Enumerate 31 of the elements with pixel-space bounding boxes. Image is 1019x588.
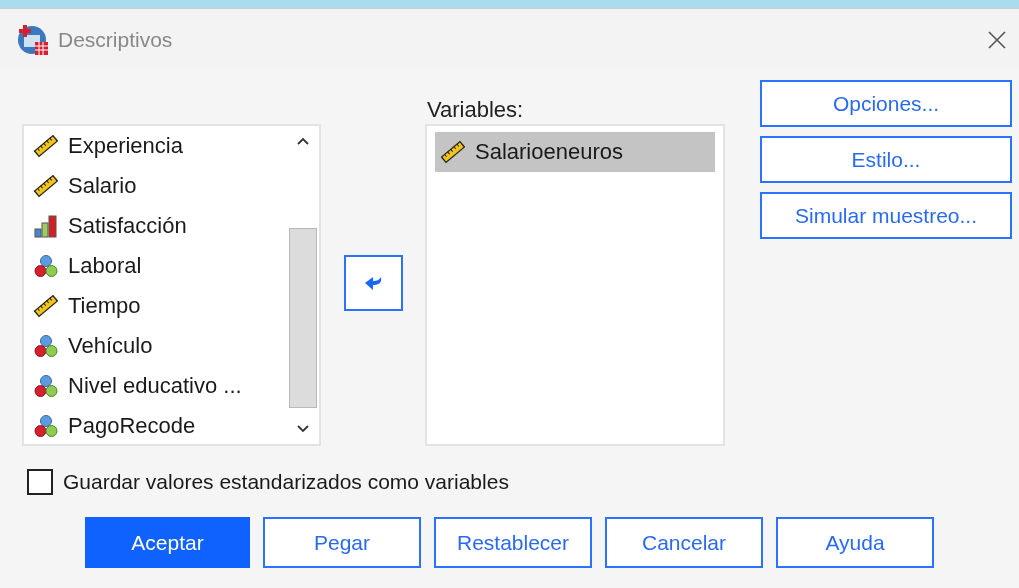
variables-label: Variables: bbox=[427, 97, 525, 120]
variable-item[interactable]: Salarioeneuros bbox=[435, 132, 715, 172]
circles-icon bbox=[34, 374, 58, 398]
dialog-button[interactable]: Restablecer bbox=[434, 517, 592, 568]
dialog-button[interactable]: Ayuda bbox=[776, 517, 934, 568]
variable-item[interactable]: Laboral bbox=[34, 246, 287, 286]
variable-item[interactable]: Salario bbox=[34, 166, 287, 206]
dialog-button[interactable]: Opciones... bbox=[760, 80, 1012, 127]
source-variable-list[interactable]: Experiencia Salario Satisfacción Laboral Tiempo Vehículo Nivel educativo ... PagoRecode bbox=[22, 124, 321, 446]
window-title: Descriptivos bbox=[58, 28, 173, 52]
variable-item[interactable]: Satisfacción bbox=[34, 206, 287, 246]
app-icon bbox=[16, 23, 50, 57]
variable-item[interactable]: Vehículo bbox=[34, 326, 287, 366]
dialog-button[interactable]: Simular muestreo... bbox=[760, 192, 1012, 239]
variable-item[interactable]: Nivel educativo ... bbox=[34, 366, 287, 406]
variable-item[interactable]: Tiempo bbox=[34, 286, 287, 326]
bar-chart-icon bbox=[34, 214, 58, 238]
move-button[interactable] bbox=[343, 255, 403, 311]
circles-icon bbox=[34, 414, 58, 438]
scrollbar-thumb[interactable] bbox=[289, 228, 317, 408]
close-icon[interactable] bbox=[987, 30, 1007, 50]
dialog-button[interactable]: Aceptar bbox=[85, 517, 250, 568]
dialog-button[interactable]: Pegar bbox=[263, 517, 421, 568]
variable-item[interactable]: PagoRecode bbox=[34, 406, 287, 446]
variables-list[interactable]: Salarioeneuros bbox=[425, 124, 725, 446]
dialog-button[interactable]: Estilo... bbox=[760, 136, 1012, 183]
variable-item[interactable]: Experiencia bbox=[34, 126, 287, 166]
circles-icon bbox=[34, 254, 58, 278]
save-standardized-checkbox[interactable]: Guardar valores estandarizados como variables bbox=[27, 469, 1019, 495]
circles-icon bbox=[34, 334, 58, 358]
dialog-button[interactable]: Cancelar bbox=[605, 517, 763, 568]
